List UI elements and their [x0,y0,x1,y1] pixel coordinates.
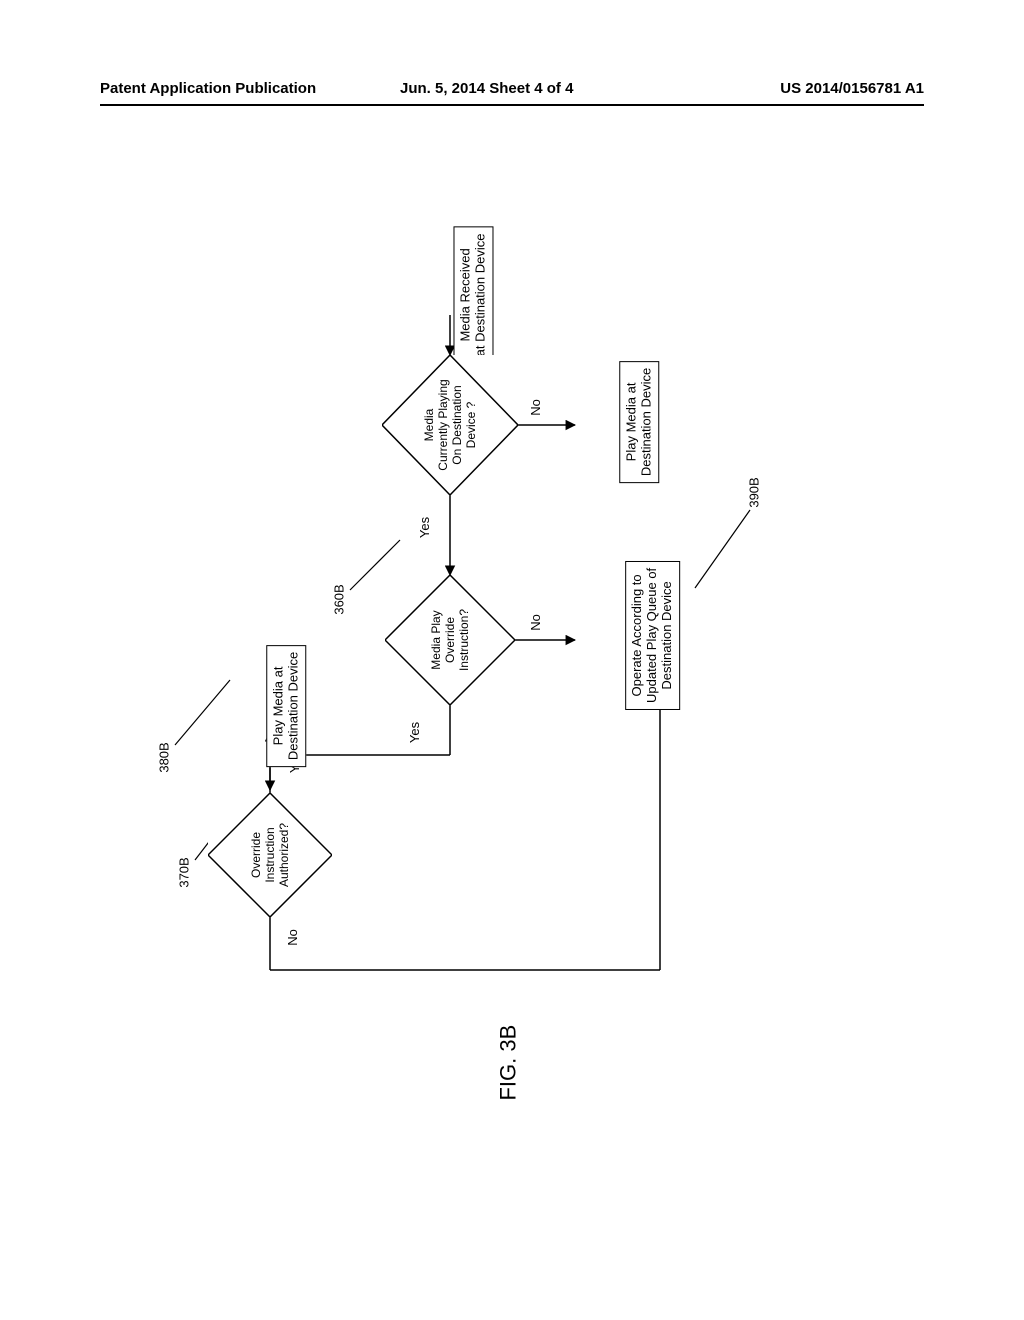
ref-370b: 370B [170,865,200,880]
node-play-media-yes: Play Media at Destination Device [225,686,315,732]
edge-label-no-2: No [528,615,545,630]
node-operate-queue: Operate According to Updated Play Queue … [578,608,698,672]
edge-label-yes-2: Yes [405,725,426,740]
node-operate-queue-label: Operate According to Updated Play Queue … [625,561,680,710]
decision-override-authorized-label: Override Instruction Authorized? [249,823,291,887]
decision-media-playing: Media Currently Playing On Destination D… [382,355,518,495]
edge-label-no-1: No [528,400,545,415]
figure-label: FIG. 3B [470,1050,546,1075]
ref-390b: 390B [740,485,770,500]
node-play-media-no-label: Play Media at Destination Device [619,361,659,483]
decision-media-playing-label: Media Currently Playing On Destination D… [422,379,478,470]
node-media-received: Media Received at Destination Device [405,275,495,315]
edge-label-yes-1: Yes [415,520,436,535]
ref-380b: 380B [150,750,180,765]
ref-360b: 360B [325,592,355,607]
figure-3b: Media Received at Destination Device Med… [100,250,924,1100]
header-center: Jun. 5, 2014 Sheet 4 of 4 [400,80,573,97]
node-play-media-no: Play Media at Destination Device [578,402,668,448]
decision-override-instruction-label: Media Play Override Instruction? [429,609,471,671]
edge-label-no-3: No [285,930,302,945]
header-left: Patent Application Publication [100,80,316,97]
page-header: Patent Application Publication Jun. 5, 2… [100,80,924,106]
node-play-media-yes-label: Play Media at Destination Device [266,645,306,767]
node-media-received-label: Media Received at Destination Device [453,227,493,364]
decision-override-instruction: Media Play Override Instruction? [385,575,515,705]
header-right: US 2014/0156781 A1 [780,80,924,97]
decision-override-authorized: Override Instruction Authorized? [208,793,332,917]
